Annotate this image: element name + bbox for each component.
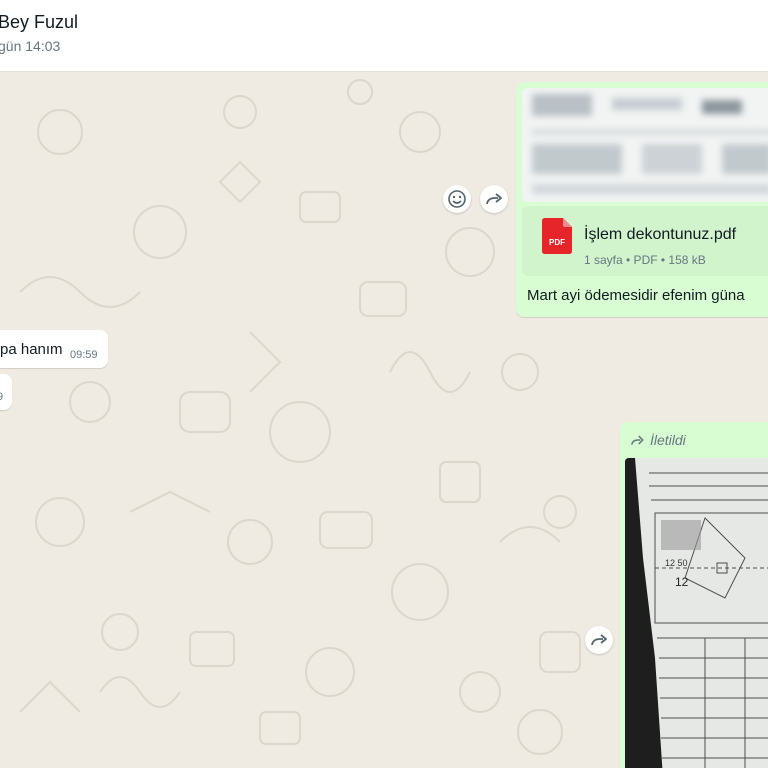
forward-button[interactable]	[480, 185, 508, 213]
outgoing-pdf-message[interactable]: PDF İşlem dekontunuz.pdf 1 sayfa • PDF •…	[516, 82, 768, 317]
message-time: 09:59	[70, 349, 98, 361]
emoji-icon	[448, 190, 466, 208]
forwarded-text: İletildi	[650, 432, 686, 448]
svg-text:12: 12	[675, 575, 689, 589]
forwarded-icon	[631, 435, 644, 445]
pdf-attachment[interactable]: PDF İşlem dekontunuz.pdf 1 sayfa • PDF •…	[522, 206, 768, 276]
pdf-file-icon: PDF	[542, 218, 572, 254]
incoming-message[interactable]: pa hanım 09:59	[0, 330, 108, 368]
pdf-file-meta: 1 sayfa • PDF • 158 kB	[584, 253, 706, 267]
message-caption: Mart ayi ödemesidir efenim güna	[527, 287, 745, 304]
react-button[interactable]	[443, 185, 471, 213]
forward-button[interactable]	[585, 626, 613, 654]
svg-text:PDF: PDF	[549, 238, 565, 247]
contact-name[interactable]: Bey Fuzul	[0, 12, 78, 33]
message-text: pa hanım	[0, 341, 63, 358]
forwarded-photo[interactable]: 12 50 12	[625, 458, 768, 768]
chat-area[interactable]: PDF İşlem dekontunuz.pdf 1 sayfa • PDF •…	[0, 72, 768, 768]
incoming-message[interactable]: 9	[0, 374, 12, 410]
forward-icon	[591, 634, 607, 646]
forwarded-label: İletildi	[630, 432, 686, 448]
message-time: 9	[0, 391, 4, 403]
pdf-file-name[interactable]: İşlem dekontunuz.pdf	[584, 226, 736, 244]
pdf-preview[interactable]	[522, 88, 768, 202]
forward-icon	[486, 193, 502, 205]
chat-header[interactable]: Bey Fuzul gün 14:03	[0, 0, 768, 72]
outgoing-image-message[interactable]: İletildi 12 50 12	[620, 422, 768, 768]
last-seen: gün 14:03	[0, 38, 61, 54]
svg-text:12 50: 12 50	[665, 558, 688, 568]
